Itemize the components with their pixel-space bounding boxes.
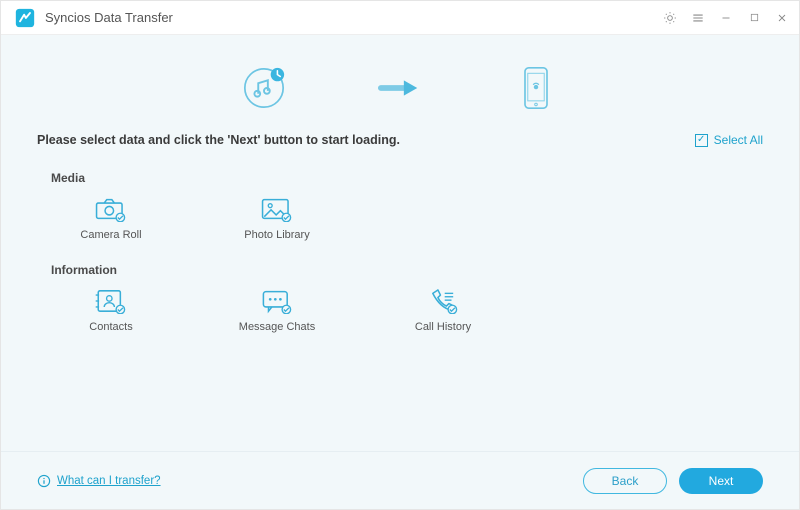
flow-row xyxy=(1,35,799,125)
help-link[interactable]: What can I transfer? xyxy=(37,474,161,488)
nav-buttons: Back Next xyxy=(583,468,763,494)
item-label: Call History xyxy=(415,321,471,333)
arrow-icon xyxy=(377,65,423,111)
item-label: Message Chats xyxy=(239,321,315,333)
app-logo xyxy=(15,8,35,28)
phone-icon xyxy=(426,287,460,315)
window-controls xyxy=(663,11,789,25)
main-panel: Please select data and click the 'Next' … xyxy=(1,35,799,509)
instruction-text: Please select data and click the 'Next' … xyxy=(37,133,400,147)
information-items: Contacts Message Chats xyxy=(51,287,749,333)
item-label: Contacts xyxy=(89,321,132,333)
title-bar: Syncios Data Transfer xyxy=(1,1,799,35)
select-all-checkbox[interactable] xyxy=(695,134,708,147)
select-all-label: Select All xyxy=(714,133,763,147)
target-phone-icon xyxy=(513,65,559,111)
section-information-title: Information xyxy=(51,263,749,277)
app-title: Syncios Data Transfer xyxy=(45,10,663,25)
footer: What can I transfer? Back Next xyxy=(1,451,799,509)
item-contacts[interactable]: Contacts xyxy=(71,287,151,333)
camera-icon xyxy=(94,195,128,223)
info-icon xyxy=(37,474,51,488)
item-call-history[interactable]: Call History xyxy=(403,287,483,333)
close-icon[interactable] xyxy=(775,11,789,25)
next-button[interactable]: Next xyxy=(679,468,763,494)
source-icon xyxy=(241,65,287,111)
section-media-title: Media xyxy=(51,171,749,185)
photo-icon xyxy=(260,195,294,223)
item-label: Camera Roll xyxy=(80,229,141,241)
item-camera-roll[interactable]: Camera Roll xyxy=(71,195,151,241)
minimize-icon[interactable] xyxy=(719,11,733,25)
media-items: Camera Roll Photo Library xyxy=(51,195,749,241)
menu-icon[interactable] xyxy=(691,11,705,25)
instruction-row: Please select data and click the 'Next' … xyxy=(1,125,799,147)
back-button[interactable]: Back xyxy=(583,468,667,494)
item-label: Photo Library xyxy=(244,229,309,241)
item-message-chats[interactable]: Message Chats xyxy=(237,287,317,333)
sections: Media Camera Roll xyxy=(1,147,799,451)
select-all[interactable]: Select All xyxy=(695,133,763,147)
contacts-icon xyxy=(94,287,128,315)
item-photo-library[interactable]: Photo Library xyxy=(237,195,317,241)
message-icon xyxy=(260,287,294,315)
gear-icon[interactable] xyxy=(663,11,677,25)
maximize-icon[interactable] xyxy=(747,11,761,25)
help-text: What can I transfer? xyxy=(57,475,161,487)
